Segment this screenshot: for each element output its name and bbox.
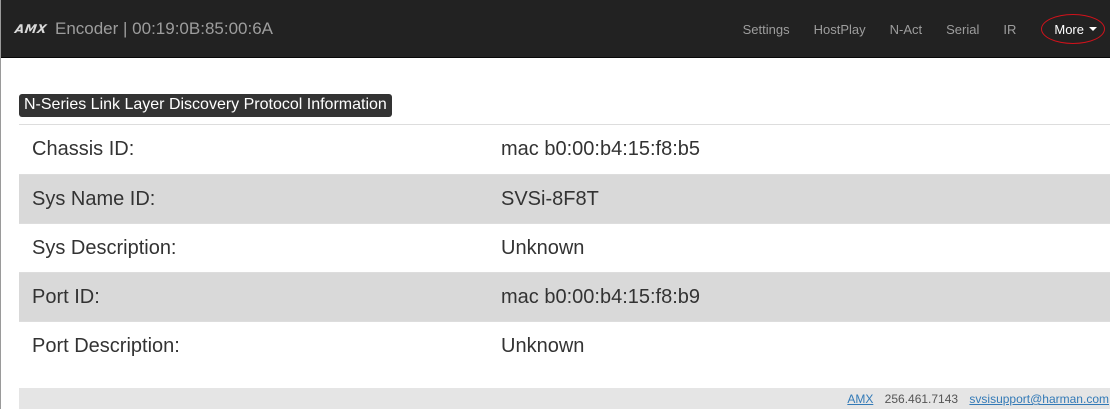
table-row: Sys Description: Unknown [19, 223, 1110, 272]
app-window: AMX Encoder | 00:19:0B:85:00:6A Settings… [0, 0, 1110, 409]
nav-n-act[interactable]: N-Act [890, 22, 923, 37]
table-row: Chassis ID: mac b0:00:b4:15:f8:b5 [19, 125, 1110, 174]
row-value: mac b0:00:b4:15:f8:b5 [501, 138, 701, 160]
amx-logo: AMX [14, 22, 48, 36]
more-dropdown[interactable]: More [1041, 12, 1106, 46]
row-value: Unknown [501, 236, 585, 259]
table-row: Port ID: mac b0:00:b4:15:f8:b9 [19, 272, 1110, 321]
footer: AMX 256.461.7143 svsisupport@harman.com [19, 388, 1110, 409]
more-label: More [1054, 21, 1084, 37]
row-key: Sys Description: [32, 236, 177, 259]
row-value: mac b0:00:b4:15:f8:b9 [501, 285, 701, 308]
row-value: SVSi-8F8T [501, 187, 599, 210]
nav-settings[interactable]: Settings [743, 22, 790, 37]
nav-menu: Settings HostPlay N-Act Serial IR More [719, 0, 1106, 58]
amx-link[interactable]: AMX [847, 392, 873, 406]
brand[interactable]: AMX Encoder | 00:19:0B:85:00:6A [14, 0, 274, 58]
section-title: N-Series Link Layer Discovery Protocol I… [19, 94, 392, 117]
support-phone: 256.461.7143 [884, 392, 959, 406]
row-key: Sys Name ID: [32, 187, 156, 210]
row-key: Chassis ID: [32, 138, 135, 160]
row-value: Unknown [501, 334, 585, 357]
table-row: Sys Name ID: SVSi-8F8T [19, 174, 1110, 223]
nav-hostplay[interactable]: HostPlay [814, 22, 866, 37]
row-key: Port Description: [32, 334, 180, 357]
device-title: Encoder | 00:19:0B:85:00:6A [54, 19, 274, 38]
support-email-link[interactable]: svsisupport@harman.com [969, 392, 1109, 406]
row-key: Port ID: [32, 285, 100, 308]
lldp-info-table: Chassis ID: mac b0:00:b4:15:f8:b5 Sys Na… [19, 125, 1110, 370]
caret-down-icon [1089, 27, 1097, 31]
nav-ir[interactable]: IR [1003, 22, 1016, 37]
table-row: Port Description: Unknown [19, 321, 1110, 370]
footer-contact: AMX 256.461.7143 svsisupport@harman.com [847, 392, 1109, 406]
nav-serial[interactable]: Serial [946, 22, 979, 37]
top-navbar: AMX Encoder | 00:19:0B:85:00:6A Settings… [1, 0, 1110, 58]
